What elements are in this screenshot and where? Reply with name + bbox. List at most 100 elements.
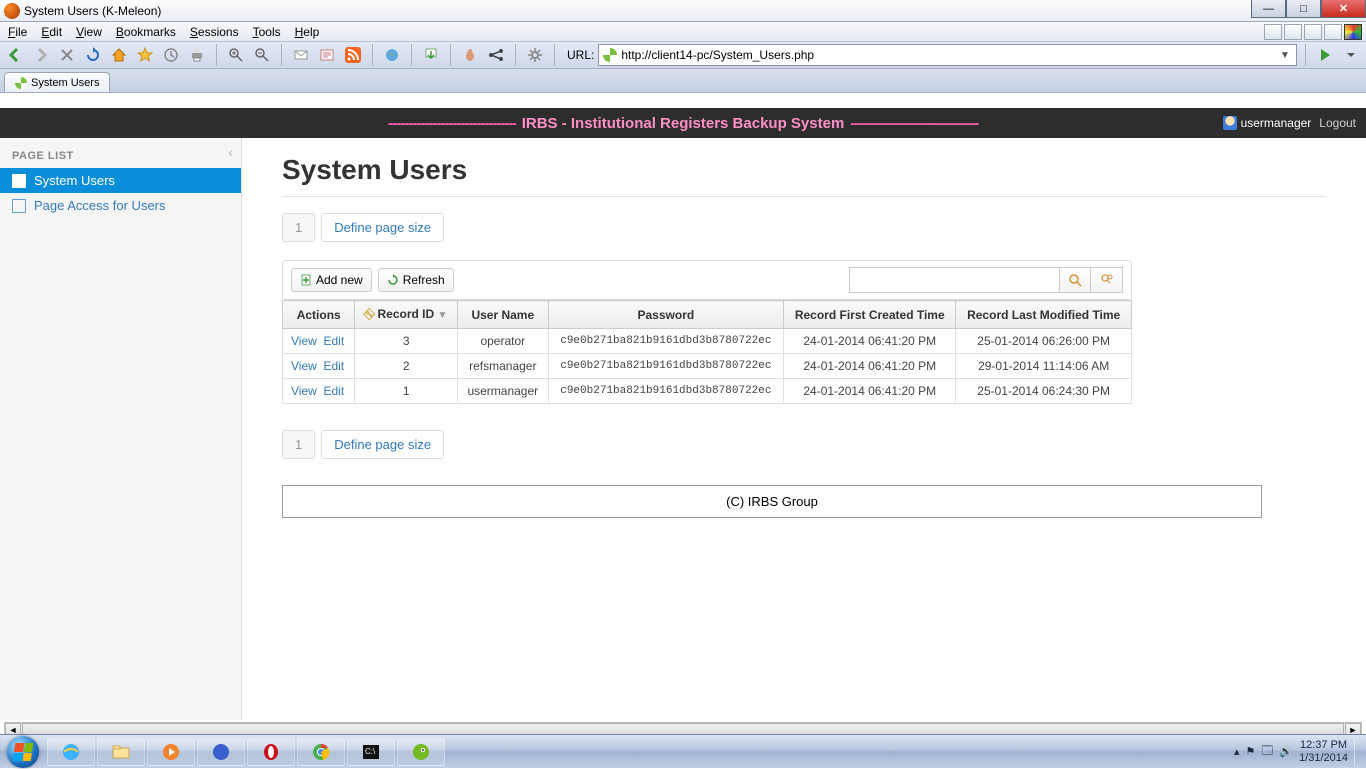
- bookmark-star-icon[interactable]: [134, 44, 156, 66]
- taskbar-firefox[interactable]: [197, 738, 245, 766]
- maximize-button[interactable]: □: [1286, 0, 1321, 18]
- close-panel-icon[interactable]: [1324, 24, 1342, 40]
- view-link[interactable]: View: [291, 359, 317, 373]
- page-number[interactable]: 1: [282, 213, 315, 242]
- refresh-icon: [387, 274, 399, 286]
- sidebar-title: PAGE LIST: [0, 138, 241, 168]
- forward-button[interactable]: [30, 44, 52, 66]
- taskbar-suse[interactable]: [397, 738, 445, 766]
- tab-system-users[interactable]: System Users: [4, 72, 110, 92]
- col-username[interactable]: User Name: [458, 301, 549, 329]
- svg-text:C:\: C:\: [365, 747, 376, 756]
- restore-icon[interactable]: [1264, 24, 1282, 40]
- download-icon[interactable]: [420, 44, 442, 66]
- window-title: System Users (K-Meleon): [24, 4, 161, 18]
- cell-id: 1: [355, 379, 458, 404]
- taskbar-explorer[interactable]: [97, 738, 145, 766]
- menu-file[interactable]: File: [8, 25, 27, 39]
- flag-icon[interactable]: ⚑: [1246, 745, 1256, 758]
- search-button[interactable]: [1059, 267, 1091, 293]
- sidebar-item-system-users[interactable]: System Users: [0, 168, 241, 193]
- taskbar-chrome[interactable]: [297, 738, 345, 766]
- search-input[interactable]: [849, 267, 1059, 293]
- taskbar-media[interactable]: [147, 738, 195, 766]
- rss-icon[interactable]: [342, 44, 364, 66]
- menu-sessions[interactable]: Sessions: [190, 25, 239, 39]
- main-content: System Users 1 Define page size Add new …: [242, 138, 1366, 720]
- window-titlebar: System Users (K-Meleon) — □ ✕: [0, 0, 1366, 22]
- taskbar: C:\ ▴ ⚑ 🗔 🔊 12:37 PM 1/31/2014: [0, 734, 1366, 768]
- url-dropdown-icon[interactable]: ▼: [1278, 50, 1292, 61]
- app-banner: -------------------------------- IRBS - …: [0, 108, 1366, 138]
- table-row: View Edit2refsmanagerc9e0b271ba821b9161d…: [283, 354, 1132, 379]
- cell-password: c9e0b271ba821b9161dbd3b8780722ec: [548, 354, 784, 379]
- menu-edit[interactable]: Edit: [41, 25, 62, 39]
- cell-user: usermanager: [458, 379, 549, 404]
- globe-icon[interactable]: [381, 44, 403, 66]
- reload-button[interactable]: [82, 44, 104, 66]
- print-icon[interactable]: [186, 44, 208, 66]
- view-link[interactable]: View: [291, 384, 317, 398]
- define-page-size-button[interactable]: Define page size: [321, 430, 444, 459]
- menu-tools[interactable]: Tools: [253, 25, 281, 39]
- advanced-search-button[interactable]: [1091, 267, 1123, 293]
- system-tray: ▴ ⚑ 🗔 🔊 12:37 PM 1/31/2014: [1234, 738, 1366, 766]
- col-password[interactable]: Password: [548, 301, 784, 329]
- go-dropdown-icon[interactable]: [1340, 44, 1362, 66]
- sidebar-collapse-icon[interactable]: ‹: [228, 144, 233, 160]
- col-record-id[interactable]: ⚿ Record ID ▼: [355, 301, 458, 329]
- logout-link[interactable]: Logout: [1319, 116, 1356, 130]
- zoom-out-icon[interactable]: [251, 44, 273, 66]
- sidebar-item-label: Page Access for Users: [34, 198, 166, 213]
- tray-expand-icon[interactable]: ▴: [1234, 745, 1240, 758]
- back-button[interactable]: [4, 44, 26, 66]
- edit-link[interactable]: Edit: [323, 384, 344, 398]
- news-icon[interactable]: [316, 44, 338, 66]
- cascade-icon[interactable]: [1284, 24, 1302, 40]
- page-number[interactable]: 1: [282, 430, 315, 459]
- start-button[interactable]: [0, 735, 46, 769]
- edit-link[interactable]: Edit: [323, 359, 344, 373]
- col-modified[interactable]: Record Last Modified Time: [956, 301, 1132, 329]
- go-button[interactable]: [1314, 44, 1336, 66]
- taskbar-ie[interactable]: [47, 738, 95, 766]
- menu-bookmarks[interactable]: Bookmarks: [116, 25, 176, 39]
- current-user[interactable]: usermanager: [1223, 116, 1312, 130]
- zoom-in-icon[interactable]: [225, 44, 247, 66]
- share-icon[interactable]: [485, 44, 507, 66]
- url-label: URL:: [567, 48, 594, 62]
- avatar-icon: [1223, 116, 1237, 130]
- volume-icon[interactable]: 🔊: [1279, 745, 1293, 758]
- sidebar-item-label: System Users: [34, 173, 115, 188]
- cell-modified: 25-01-2014 06:24:30 PM: [956, 379, 1132, 404]
- minimize-button[interactable]: —: [1251, 0, 1286, 18]
- banner-title: IRBS - Institutional Registers Backup Sy…: [522, 115, 845, 132]
- mail-icon[interactable]: [290, 44, 312, 66]
- sidebar-item-page-access[interactable]: Page Access for Users: [0, 193, 241, 218]
- refresh-button[interactable]: Refresh: [378, 268, 454, 292]
- kmeleon-icon[interactable]: [1344, 24, 1362, 40]
- stop-button[interactable]: [56, 44, 78, 66]
- cell-modified: 25-01-2014 06:26:00 PM: [956, 329, 1132, 354]
- bug-icon[interactable]: [459, 44, 481, 66]
- edit-link[interactable]: Edit: [323, 334, 344, 348]
- cell-password: c9e0b271ba821b9161dbd3b8780722ec: [548, 379, 784, 404]
- menu-help[interactable]: Help: [295, 25, 320, 39]
- taskbar-cmd[interactable]: C:\: [347, 738, 395, 766]
- gear-icon[interactable]: [524, 44, 546, 66]
- col-created[interactable]: Record First Created Time: [784, 301, 956, 329]
- network-icon[interactable]: 🗔: [1261, 742, 1273, 761]
- show-desktop-button[interactable]: [1354, 738, 1362, 766]
- define-page-size-button[interactable]: Define page size: [321, 213, 444, 242]
- menu-view[interactable]: View: [76, 25, 102, 39]
- url-input[interactable]: http://client14-pc/System_Users.php ▼: [598, 44, 1297, 66]
- home-button[interactable]: [108, 44, 130, 66]
- tile-icon[interactable]: [1304, 24, 1322, 40]
- taskbar-opera[interactable]: [247, 738, 295, 766]
- add-new-button[interactable]: Add new: [291, 268, 372, 292]
- close-button[interactable]: ✕: [1321, 0, 1366, 18]
- view-link[interactable]: View: [291, 334, 317, 348]
- history-icon[interactable]: [160, 44, 182, 66]
- clock[interactable]: 12:37 PM 1/31/2014: [1299, 739, 1348, 764]
- cell-user: operator: [458, 329, 549, 354]
